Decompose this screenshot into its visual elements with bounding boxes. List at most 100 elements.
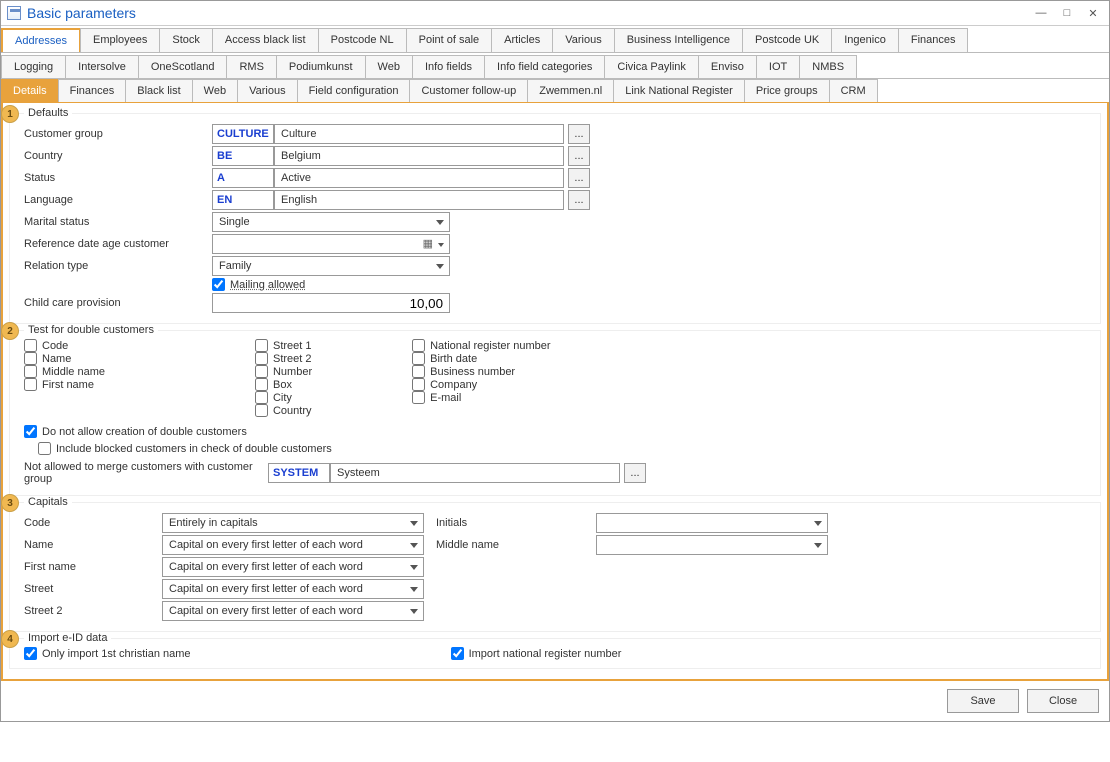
chk-middle-name[interactable]: Middle name xyxy=(24,365,105,378)
tab-postcode-nl[interactable]: Postcode NL xyxy=(318,28,407,52)
tab-articles[interactable]: Articles xyxy=(491,28,553,52)
chk-street1[interactable]: Street 1 xyxy=(255,339,312,352)
chk-noallow-doubles[interactable]: Do not allow creation of double customer… xyxy=(24,425,1092,438)
customer-group-lookup[interactable]: ... xyxy=(568,124,590,144)
tab-bi[interactable]: Business Intelligence xyxy=(614,28,743,52)
merge-label: Not allowed to merge customers with cust… xyxy=(24,461,268,485)
caps-fname-select[interactable]: Capital on every first letter of each wo… xyxy=(162,557,424,577)
customer-group-text: Culture xyxy=(274,124,564,144)
chk-first-name[interactable]: First name xyxy=(24,378,105,391)
subtab-zwemmen[interactable]: Zwemmen.nl xyxy=(527,79,614,102)
chk-city[interactable]: City xyxy=(255,391,312,404)
status-label: Status xyxy=(24,172,212,184)
tab-info-fields[interactable]: Info fields xyxy=(412,55,485,78)
tab-info-field-categories[interactable]: Info field categories xyxy=(484,55,605,78)
merge-lookup[interactable]: ... xyxy=(624,463,646,483)
tab-iot[interactable]: IOT xyxy=(756,55,800,78)
subtab-blacklist[interactable]: Black list xyxy=(125,79,192,102)
subtab-field-config[interactable]: Field configuration xyxy=(297,79,411,102)
tab-rms[interactable]: RMS xyxy=(226,55,276,78)
language-label: Language xyxy=(24,194,212,206)
customer-group-code[interactable]: CULTURE xyxy=(212,124,274,144)
mailing-allowed-input[interactable] xyxy=(212,278,225,291)
care-input[interactable] xyxy=(212,293,450,313)
chk-street2[interactable]: Street 2 xyxy=(255,352,312,365)
tab-postcode-uk[interactable]: Postcode UK xyxy=(742,28,832,52)
tab-stock[interactable]: Stock xyxy=(159,28,213,52)
badge-3: 3 xyxy=(1,494,19,512)
subtab-various[interactable]: Various xyxy=(237,79,297,102)
chk-nat-register[interactable]: National register number xyxy=(412,339,550,352)
defaults-section: 1 Defaults Customer group CULTURE Cultur… xyxy=(9,113,1101,324)
caps-code-select[interactable]: Entirely in capitals xyxy=(162,513,424,533)
tab-access-black-list[interactable]: Access black list xyxy=(212,28,319,52)
status-text: Active xyxy=(274,168,564,188)
merge-code[interactable]: SYSTEM xyxy=(268,463,330,483)
marital-select[interactable]: Single xyxy=(212,212,450,232)
subtab-price-groups[interactable]: Price groups xyxy=(744,79,830,102)
chk-number[interactable]: Number xyxy=(255,365,312,378)
max-button[interactable]: □ xyxy=(1057,5,1077,21)
tab-intersolve[interactable]: Intersolve xyxy=(65,55,139,78)
marital-label: Marital status xyxy=(24,216,212,228)
close-footer-button[interactable]: Close xyxy=(1027,689,1099,713)
subtab-web[interactable]: Web xyxy=(192,79,238,102)
tab-addresses[interactable]: Addresses xyxy=(1,28,81,52)
status-lookup[interactable]: ... xyxy=(568,168,590,188)
tab-onescotland[interactable]: OneScotland xyxy=(138,55,228,78)
tab-civica-paylink[interactable]: Civica Paylink xyxy=(604,55,698,78)
country-label: Country xyxy=(24,150,212,162)
tab-employees[interactable]: Employees xyxy=(80,28,160,52)
tab-finances[interactable]: Finances xyxy=(898,28,969,52)
caps-initials-select[interactable] xyxy=(596,513,828,533)
chk-code[interactable]: Code xyxy=(24,339,105,352)
status-code[interactable]: A xyxy=(212,168,274,188)
close-button[interactable]: ✕ xyxy=(1083,5,1103,21)
chk-name[interactable]: Name xyxy=(24,352,105,365)
country-code[interactable]: BE xyxy=(212,146,274,166)
caps-middle-select[interactable] xyxy=(596,535,828,555)
care-label: Child care provision xyxy=(24,297,212,309)
subtab-details[interactable]: Details xyxy=(1,79,59,102)
marital-value: Single xyxy=(219,216,250,228)
chk-company[interactable]: Company xyxy=(412,378,550,391)
doubles-section: 2 Test for double customers Code Name Mi… xyxy=(9,330,1101,496)
doubles-legend: Test for double customers xyxy=(24,324,158,336)
chk-country[interactable]: Country xyxy=(255,404,312,417)
caps-name-label: Name xyxy=(24,539,162,551)
subtabs: Details Finances Black list Web Various … xyxy=(1,79,1109,103)
caps-name-select[interactable]: Capital on every first letter of each wo… xyxy=(162,535,424,555)
subtab-cust-followup[interactable]: Customer follow-up xyxy=(409,79,528,102)
chk-birth-date[interactable]: Birth date xyxy=(412,352,550,365)
tab-web[interactable]: Web xyxy=(365,55,413,78)
tab-podiumkunst[interactable]: Podiumkunst xyxy=(276,55,366,78)
tabstrip-row-1: Addresses Employees Stock Access black l… xyxy=(1,26,1109,53)
language-lookup[interactable]: ... xyxy=(568,190,590,210)
chk-email[interactable]: E-mail xyxy=(412,391,550,404)
save-button[interactable]: Save xyxy=(947,689,1019,713)
language-text: English xyxy=(274,190,564,210)
tab-logging[interactable]: Logging xyxy=(1,55,66,78)
tab-enviso[interactable]: Enviso xyxy=(698,55,757,78)
subtab-crm[interactable]: CRM xyxy=(829,79,878,102)
country-lookup[interactable]: ... xyxy=(568,146,590,166)
tab-ingenico[interactable]: Ingenico xyxy=(831,28,899,52)
chk-include-blocked[interactable]: Include blocked customers in check of do… xyxy=(38,442,1092,455)
tab-point-of-sale[interactable]: Point of sale xyxy=(406,28,493,52)
subtab-finances[interactable]: Finances xyxy=(58,79,127,102)
caps-street2-select[interactable]: Capital on every first letter of each wo… xyxy=(162,601,424,621)
refdate-input[interactable] xyxy=(212,234,450,254)
min-button[interactable]: — xyxy=(1031,5,1051,21)
chk-box[interactable]: Box xyxy=(255,378,312,391)
subtab-link-national[interactable]: Link National Register xyxy=(613,79,745,102)
tab-nmbs[interactable]: NMBS xyxy=(799,55,857,78)
chk-only-1st-christian[interactable]: Only import 1st christian name xyxy=(24,647,191,660)
mailing-allowed-check[interactable]: Mailing allowed xyxy=(212,278,305,291)
language-code[interactable]: EN xyxy=(212,190,274,210)
reltype-select[interactable]: Family xyxy=(212,256,450,276)
tabstrip-row-2: Logging Intersolve OneScotland RMS Podiu… xyxy=(1,53,1109,79)
tab-various[interactable]: Various xyxy=(552,28,614,52)
chk-business-number[interactable]: Business number xyxy=(412,365,550,378)
caps-street-select[interactable]: Capital on every first letter of each wo… xyxy=(162,579,424,599)
chk-import-nat-register[interactable]: Import national register number xyxy=(451,647,622,660)
